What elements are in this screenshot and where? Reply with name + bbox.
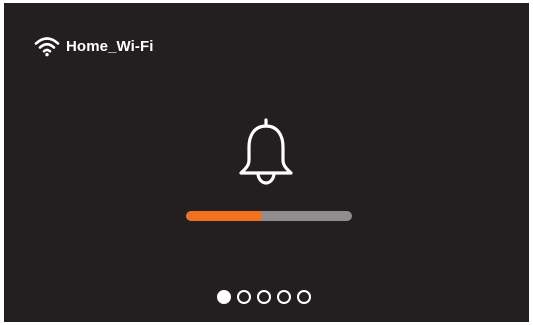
- page-dot[interactable]: [297, 290, 311, 304]
- network-status: Home_Wi-Fi: [34, 35, 154, 57]
- page-dot[interactable]: [237, 290, 251, 304]
- page-dot[interactable]: [257, 290, 271, 304]
- page-indicator: [217, 290, 311, 304]
- progress-bar: [186, 211, 352, 221]
- progress-fill: [186, 211, 261, 221]
- bell-icon: [239, 118, 293, 185]
- wifi-icon: [34, 37, 60, 57]
- network-name: Home_Wi-Fi: [66, 37, 154, 55]
- page-dot[interactable]: [217, 290, 231, 304]
- page-dot[interactable]: [277, 290, 291, 304]
- device-screen: Home_Wi-Fi: [4, 3, 529, 322]
